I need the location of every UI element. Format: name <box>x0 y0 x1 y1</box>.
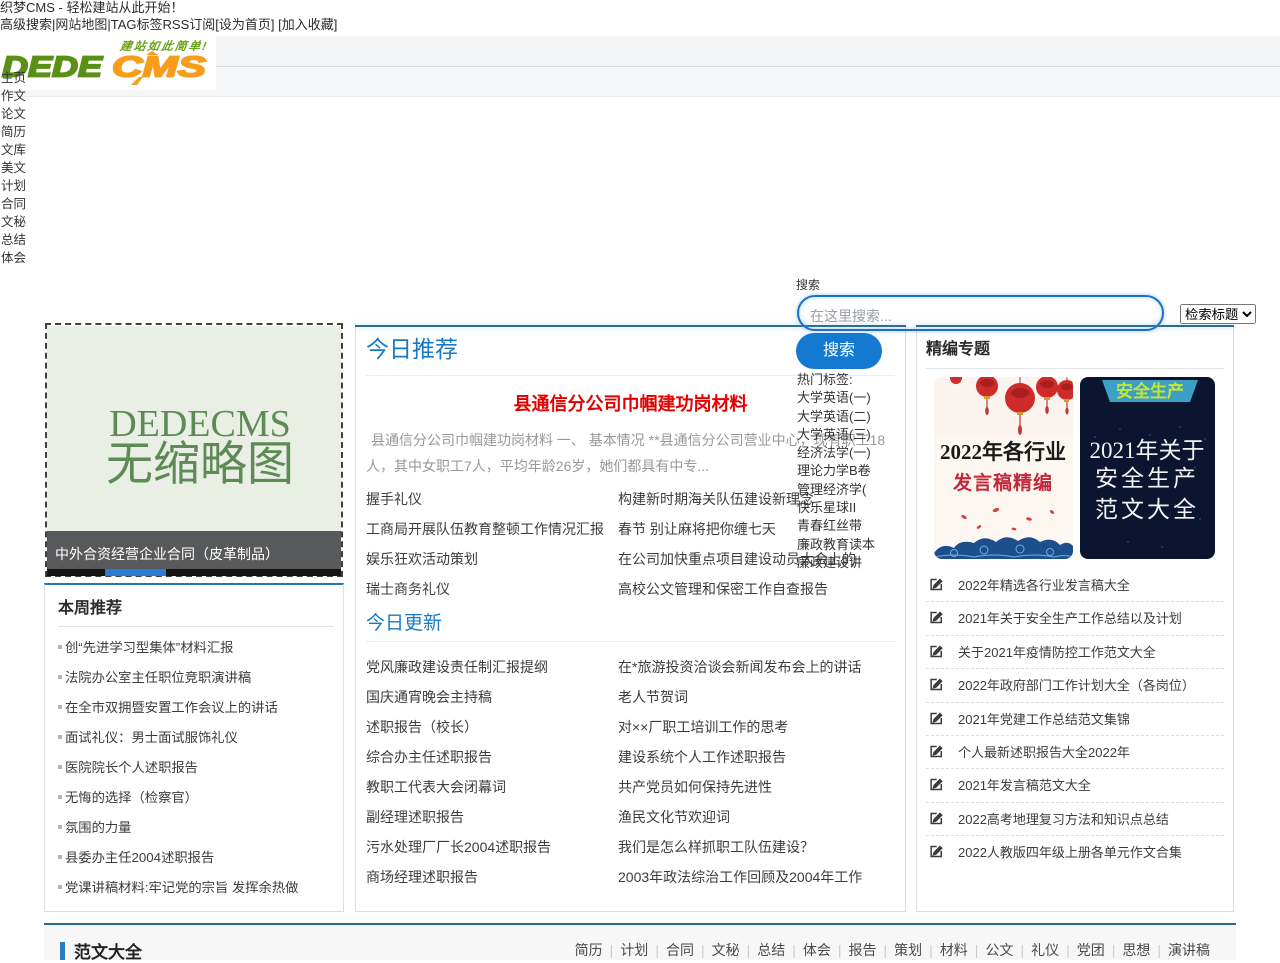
svg-text:CMS: CMS <box>112 52 207 84</box>
svg-text:安全生产: 安全生产 <box>1116 381 1184 401</box>
svg-text:发言稿精编: 发言稿精编 <box>952 471 1053 494</box>
svg-text:2021年关于: 2021年关于 <box>1090 438 1205 463</box>
svg-text:2022年各行业: 2022年各行业 <box>940 440 1066 464</box>
svg-text:安全生产: 安全生产 <box>1095 466 1199 491</box>
svg-text:范文大全: 范文大全 <box>1095 497 1199 522</box>
